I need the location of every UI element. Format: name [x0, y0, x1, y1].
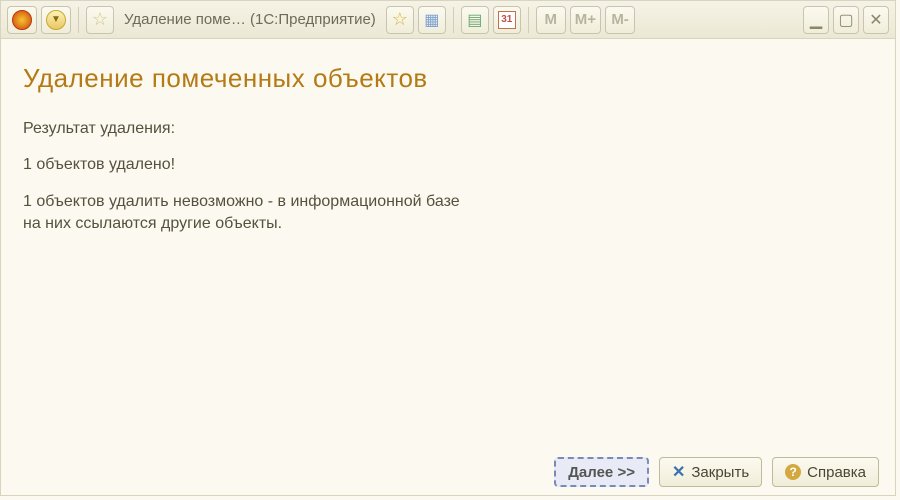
footer-bar: Далее >> ✕ Закрыть ? Справка — [1, 449, 895, 495]
help-button[interactable]: ? Справка — [772, 457, 879, 487]
app-logo-1c[interactable] — [7, 6, 37, 34]
memory-m-minus-button[interactable]: M- — [605, 6, 635, 34]
favorites-star-button[interactable]: ☆ — [86, 6, 114, 34]
next-button[interactable]: Далее >> — [554, 457, 649, 487]
next-button-label: Далее >> — [568, 464, 635, 481]
window-title-context: (1С:Предприятие) — [250, 11, 376, 28]
separator — [528, 7, 529, 33]
add-favorite-star-icon[interactable]: ☆ — [386, 6, 414, 34]
dropdown-button[interactable]: ▼ — [41, 6, 71, 34]
window-title: Удаление поме… (1С:Предприятие) — [118, 6, 382, 34]
calculator-icon[interactable]: ▤ — [461, 6, 489, 34]
page-title: Удаление помеченных объектов — [23, 63, 873, 94]
close-window-button[interactable]: ✕ — [863, 6, 889, 34]
close-x-icon: ✕ — [672, 462, 685, 482]
minimize-button[interactable]: ▁ — [803, 6, 829, 34]
memory-m-button[interactable]: M — [536, 6, 566, 34]
cannot-delete-message: 1 объектов удалить невозможно - в информ… — [23, 191, 873, 236]
calendar-icon[interactable] — [493, 6, 521, 34]
separator — [78, 7, 79, 33]
maximize-button[interactable]: ▢ — [833, 6, 859, 34]
memory-m-plus-button[interactable]: M+ — [570, 6, 601, 34]
close-button[interactable]: ✕ Закрыть — [659, 457, 762, 487]
app-window: ▼ ☆ Удаление поме… (1С:Предприятие) ☆ ▦ … — [0, 0, 896, 496]
page-icon[interactable]: ▦ — [418, 6, 446, 34]
close-button-label: Закрыть — [691, 464, 749, 481]
deleted-count-line: 1 объектов удалено! — [23, 154, 873, 176]
help-question-icon: ? — [785, 464, 801, 480]
result-label: Результат удаления: — [23, 118, 873, 140]
titlebar: ▼ ☆ Удаление поме… (1С:Предприятие) ☆ ▦ … — [1, 1, 895, 39]
window-title-name: Удаление поме… — [124, 11, 246, 28]
content-area: Удаление помеченных объектов Результат у… — [1, 39, 895, 449]
separator — [453, 7, 454, 33]
help-button-label: Справка — [807, 464, 866, 481]
